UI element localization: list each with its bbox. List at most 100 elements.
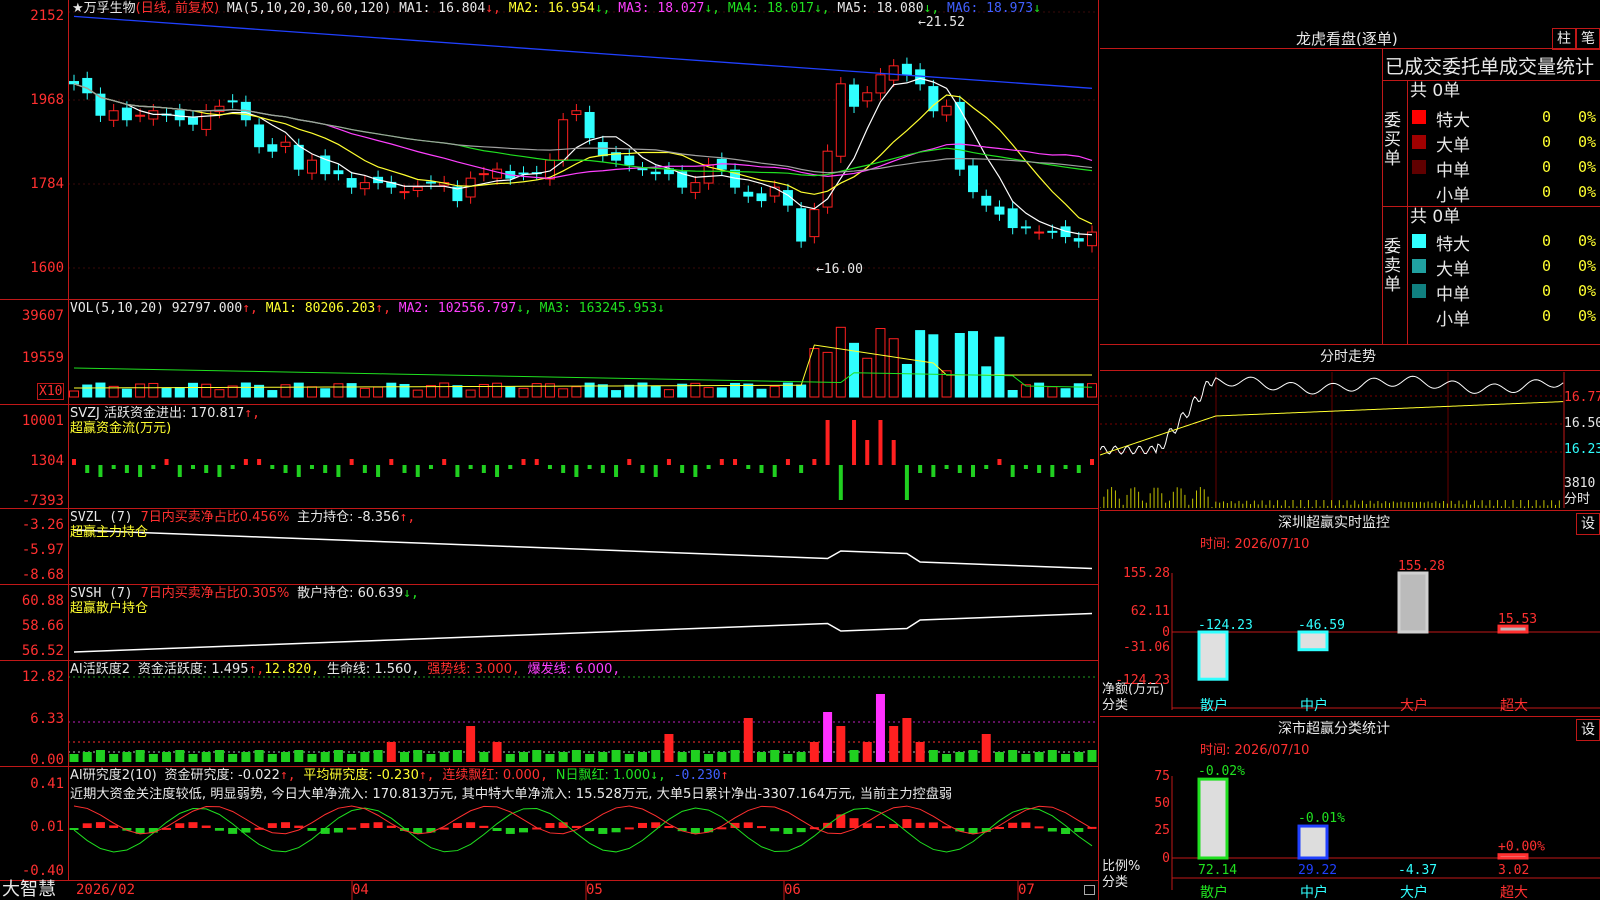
volume-bar xyxy=(1087,383,1097,398)
ma-line xyxy=(73,83,1093,179)
lock-icon[interactable] xyxy=(1084,885,1095,895)
classify-category-label: 大户 xyxy=(1400,884,1428,900)
research-bar xyxy=(109,825,119,828)
ma1-value: MA1: 16.804 xyxy=(399,1,486,16)
fund-flow-bar xyxy=(389,459,394,465)
monitor-category-label: 散户 xyxy=(1200,697,1228,714)
research-bar xyxy=(333,828,343,833)
main-chart[interactable] xyxy=(0,0,1100,900)
research-bar xyxy=(95,822,105,828)
candle-body xyxy=(809,209,820,238)
volume-bar xyxy=(359,387,370,398)
low-marker: ←16.00 xyxy=(816,262,863,277)
volume-bar xyxy=(214,389,225,398)
fund-flow-bar xyxy=(587,465,592,469)
divider xyxy=(0,508,1098,509)
volume-bar xyxy=(1034,382,1045,398)
monitor-value-label: -124.23 xyxy=(1198,618,1253,633)
fund-flow-bar xyxy=(376,465,381,477)
fund-flow-bar xyxy=(349,459,354,465)
main-holding-line xyxy=(73,529,1093,570)
fund-flow-bar xyxy=(98,465,103,477)
activity-bar xyxy=(148,754,158,762)
fund-flow-bar xyxy=(680,465,685,473)
candle-body xyxy=(981,195,992,206)
volume-bar xyxy=(518,387,529,398)
activity-bar xyxy=(677,752,687,762)
left-axis-line xyxy=(68,0,69,880)
fund-flow-bar xyxy=(653,465,658,477)
activity-bar xyxy=(651,750,661,762)
activity-bar xyxy=(1061,754,1071,762)
activity-bar xyxy=(955,752,965,762)
candle-body xyxy=(597,142,608,157)
activity-bar xyxy=(571,750,581,762)
candle-body xyxy=(359,182,370,190)
fund-flow-bar xyxy=(362,465,367,473)
monitor-axis-label: -124.23 xyxy=(1115,673,1170,688)
volume-bar xyxy=(492,382,503,398)
fund-flow-bar xyxy=(111,465,116,469)
activity-bar xyxy=(294,750,304,762)
fund-flow-bar xyxy=(495,465,500,477)
ai2-axis-label: 0.01 xyxy=(30,819,64,835)
fund-flow-bar xyxy=(904,465,909,500)
activity-bar xyxy=(690,750,700,762)
fund-flow-bar xyxy=(785,459,790,465)
fund-flow-bar xyxy=(468,465,473,469)
candle-body xyxy=(135,114,146,117)
fund-flow-bar xyxy=(772,465,777,477)
candle-body xyxy=(968,165,979,193)
activity-bar xyxy=(466,726,476,762)
ai2-axis-label: 0.41 xyxy=(30,776,64,792)
volume-bar xyxy=(293,382,304,398)
volume-bar xyxy=(174,387,185,398)
research-bar xyxy=(624,827,634,830)
divider xyxy=(0,660,1098,661)
volume-bar xyxy=(386,382,397,398)
research-bar xyxy=(201,825,211,828)
activity-bar xyxy=(532,750,542,762)
fund-flow-bar xyxy=(984,465,989,469)
activity-bar xyxy=(968,750,978,762)
volume-bar xyxy=(650,385,661,398)
research-bar xyxy=(849,818,859,828)
fund-flow-bar xyxy=(719,459,724,465)
brand-logo: 大智慧 xyxy=(2,879,56,900)
vol-unit-badge[interactable]: X10 xyxy=(37,383,65,400)
svzj-sub: 超赢资金流(万元) xyxy=(70,421,172,436)
fund-flow-bar xyxy=(190,465,195,469)
activity-bar xyxy=(743,718,753,762)
activity-bar xyxy=(981,734,991,762)
candle-body xyxy=(333,170,344,175)
activity-bar xyxy=(214,750,224,762)
divider xyxy=(0,880,1098,881)
fund-flow-bar xyxy=(442,459,447,465)
candle-body xyxy=(650,171,661,175)
fund-flow-bar xyxy=(1037,465,1042,473)
fund-flow-bar xyxy=(415,465,420,477)
volume-bar xyxy=(95,382,106,398)
fund-flow-bar xyxy=(296,465,301,477)
candle-body xyxy=(558,119,569,161)
volume-bar xyxy=(1007,389,1018,398)
high-marker: ←21.52 xyxy=(918,15,965,30)
fund-flow-bar xyxy=(865,440,870,465)
activity-bar xyxy=(849,750,859,762)
volume-bar xyxy=(320,388,331,398)
classify-axis-label: 0 xyxy=(1162,851,1170,866)
research-bar xyxy=(426,828,436,833)
divider xyxy=(0,404,1098,405)
fund-flow-bar xyxy=(455,465,460,477)
fund-flow-bar xyxy=(561,465,566,473)
monitor-bar xyxy=(1197,630,1229,681)
research-bar xyxy=(598,828,608,834)
volume-bar xyxy=(201,383,212,398)
price-axis-label: 1600 xyxy=(30,260,64,276)
volume-bar xyxy=(954,333,965,398)
fund-flow-bar xyxy=(336,465,341,477)
activity-bar xyxy=(902,718,912,762)
monitor-category-label: 超大 xyxy=(1500,698,1528,714)
research-bar xyxy=(664,825,674,828)
activity-bar xyxy=(704,754,714,762)
